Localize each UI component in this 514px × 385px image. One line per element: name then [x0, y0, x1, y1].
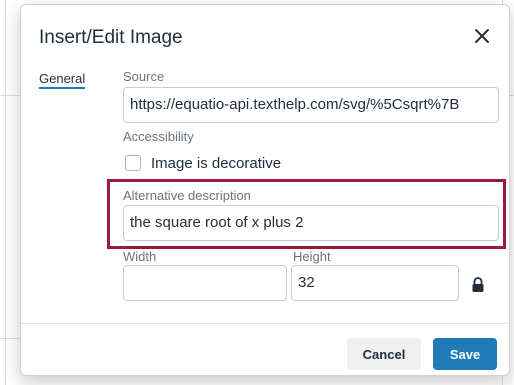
background-divider [0, 338, 22, 339]
accessibility-label: Accessibility [123, 129, 194, 144]
lock-icon[interactable] [471, 277, 485, 293]
height-input[interactable]: 32 [291, 265, 459, 301]
background-divider [5, 0, 6, 385]
source-input[interactable]: https://equatio-api.texthelp.com/svg/%5C… [123, 87, 499, 123]
cancel-button[interactable]: Cancel [347, 338, 421, 370]
dialog-title: Insert/Edit Image [39, 27, 183, 48]
background-divider [0, 95, 22, 96]
decorative-checkbox-row[interactable]: Image is decorative [125, 152, 281, 174]
height-label: Height [293, 249, 331, 264]
source-label: Source [123, 69, 165, 84]
close-icon [475, 29, 489, 43]
width-label: Width [123, 249, 157, 264]
save-button[interactable]: Save [433, 338, 497, 370]
width-input[interactable] [123, 265, 287, 301]
alt-description-label: Alternative description [123, 188, 251, 203]
tab-general[interactable]: General [39, 71, 86, 89]
dialog-footer: Cancel Save [21, 323, 509, 375]
insert-edit-image-dialog: Insert/Edit Image General Source https:/… [20, 4, 510, 376]
close-button[interactable] [469, 23, 495, 49]
dialog-header: Insert/Edit Image [21, 5, 509, 65]
decorative-checkbox-label: Image is decorative [151, 154, 282, 172]
alt-description-input[interactable]: the square root of x plus 2 [123, 205, 499, 241]
decorative-checkbox[interactable] [125, 155, 141, 171]
